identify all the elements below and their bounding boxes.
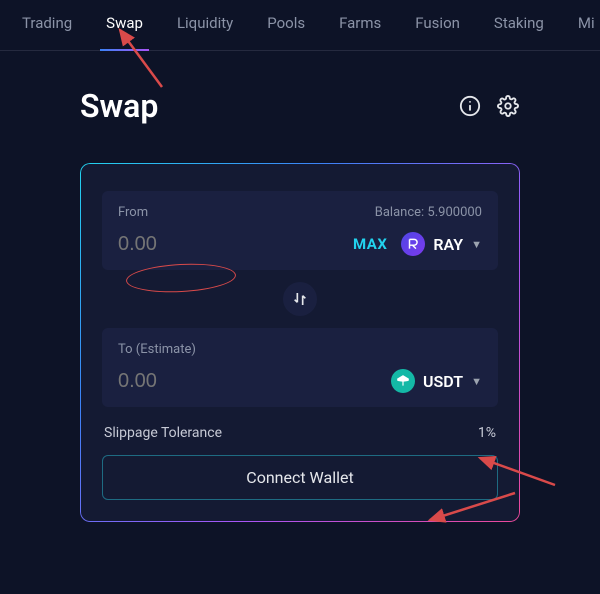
slippage-value: 1% (478, 425, 496, 441)
from-label: From (118, 205, 148, 220)
to-field: To (Estimate) USDT ▼ (102, 328, 498, 407)
swap-direction-wrap (102, 270, 498, 328)
to-right-cluster: USDT ▼ (391, 369, 482, 393)
ray-icon (401, 232, 425, 256)
gear-icon[interactable] (496, 94, 520, 118)
nav-item-fusion[interactable]: Fusion (415, 14, 460, 36)
page-title: Swap (80, 87, 158, 125)
from-token-symbol: RAY (433, 235, 463, 254)
max-button[interactable]: MAX (353, 235, 387, 253)
nav-item-more[interactable]: Mi (578, 14, 595, 36)
slippage-row: Slippage Tolerance 1% (102, 407, 498, 455)
to-token-selector[interactable]: USDT ▼ (391, 369, 482, 393)
page-body: Swap From Balance: 5.900000 MAX (0, 51, 600, 522)
from-field: From Balance: 5.900000 MAX RAY ▼ (102, 191, 498, 270)
title-row: Swap (80, 87, 520, 125)
title-icons (458, 94, 520, 118)
from-field-header: From Balance: 5.900000 (118, 205, 482, 220)
chevron-down-icon: ▼ (471, 375, 482, 388)
info-icon[interactable] (458, 94, 482, 118)
from-right-cluster: MAX RAY ▼ (353, 232, 482, 256)
from-amount-input[interactable] (118, 233, 238, 256)
usdt-icon (391, 369, 415, 393)
chevron-down-icon: ▼ (471, 238, 482, 251)
to-field-body: USDT ▼ (118, 369, 482, 393)
to-token-symbol: USDT (423, 372, 463, 391)
top-nav: Trading Swap Liquidity Pools Farms Fusio… (0, 0, 600, 51)
nav-item-trading[interactable]: Trading (22, 14, 72, 36)
to-label: To (Estimate) (118, 342, 196, 357)
to-field-header: To (Estimate) (118, 342, 482, 357)
nav-item-liquidity[interactable]: Liquidity (177, 14, 233, 36)
slippage-label: Slippage Tolerance (104, 425, 222, 441)
connect-wallet-button[interactable]: Connect Wallet (102, 455, 498, 500)
from-balance: Balance: 5.900000 (375, 205, 482, 220)
from-token-selector[interactable]: RAY ▼ (401, 232, 482, 256)
to-amount-input[interactable] (118, 370, 238, 393)
from-field-body: MAX RAY ▼ (118, 232, 482, 256)
nav-item-pools[interactable]: Pools (267, 14, 305, 36)
swap-direction-button[interactable] (283, 282, 317, 316)
nav-item-staking[interactable]: Staking (494, 14, 544, 36)
nav-item-farms[interactable]: Farms (339, 14, 381, 36)
swap-card: From Balance: 5.900000 MAX RAY ▼ (80, 163, 520, 522)
nav-item-swap[interactable]: Swap (106, 14, 143, 36)
